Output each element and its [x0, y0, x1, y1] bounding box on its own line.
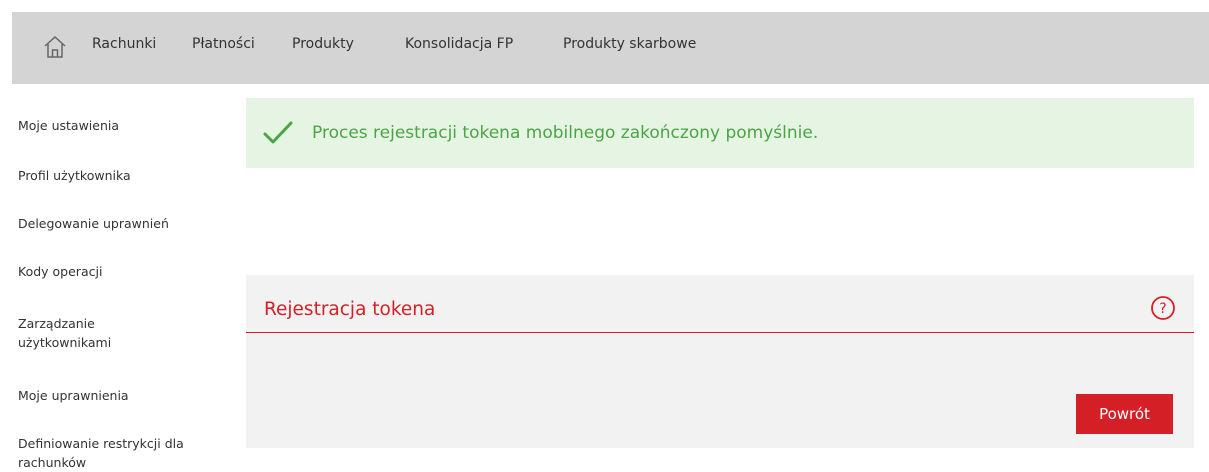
- sidebar-item-moje-ustawienia[interactable]: Moje ustawienia: [18, 116, 208, 135]
- sidebar-item-restrykcje[interactable]: Definiowanie restrykcji dla rachunków: [18, 434, 198, 472]
- sidebar-item-kody-operacji[interactable]: Kody operacji: [18, 262, 208, 281]
- success-message: Proces rejestracji tokena mobilnego zako…: [312, 123, 819, 143]
- panel-title: Rejestracja tokena: [264, 299, 436, 320]
- top-navigation: Rachunki Płatności Produkty Konsolidacja…: [12, 12, 1209, 84]
- top-strip: [0, 0, 1209, 12]
- nav-item-produkty-skarbowe[interactable]: Produkty skarbowe: [563, 36, 696, 52]
- sidebar-item-zarzadzanie[interactable]: Zarządzanie użytkownikami: [18, 314, 148, 352]
- nav-item-platnosci[interactable]: Płatności: [192, 36, 255, 52]
- panel-divider: [246, 332, 1194, 333]
- help-icon[interactable]: ?: [1150, 295, 1176, 321]
- nav-item-konsolidacja[interactable]: Konsolidacja FP: [405, 36, 513, 52]
- checkmark-icon: [262, 120, 294, 146]
- token-registration-panel: Rejestracja tokena ? Powrót: [246, 275, 1194, 448]
- success-alert: Proces rejestracji tokena mobilnego zako…: [246, 98, 1194, 168]
- svg-text:?: ?: [1159, 301, 1166, 317]
- sidebar-item-delegowanie[interactable]: Delegowanie uprawnień: [18, 214, 208, 233]
- nav-item-rachunki[interactable]: Rachunki: [92, 36, 156, 52]
- sidebar-item-moje-uprawnienia[interactable]: Moje uprawnienia: [18, 386, 208, 405]
- home-icon[interactable]: [42, 34, 68, 60]
- nav-item-produkty[interactable]: Produkty: [292, 36, 354, 52]
- sidebar-item-profil[interactable]: Profil użytkownika: [18, 166, 208, 185]
- back-button[interactable]: Powrót: [1076, 394, 1173, 434]
